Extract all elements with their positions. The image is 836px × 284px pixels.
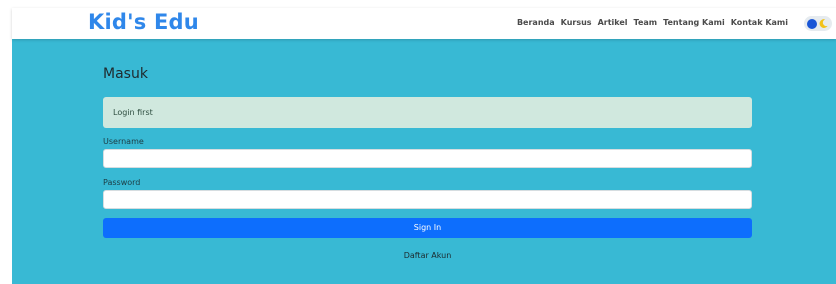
nav-link-artikel[interactable]: Artikel bbox=[598, 18, 628, 27]
brand-logo[interactable]: Kid's Edu bbox=[88, 10, 199, 34]
nav-menu: Beranda Kursus Artikel Team Tentang Kami… bbox=[517, 18, 788, 27]
nav-link-tentang-kami[interactable]: Tentang Kami bbox=[663, 18, 725, 27]
sign-in-button[interactable]: Sign In bbox=[103, 218, 752, 238]
theme-toggle[interactable] bbox=[804, 16, 832, 31]
nav-link-beranda[interactable]: Beranda bbox=[517, 18, 555, 27]
login-alert: Login first bbox=[103, 97, 752, 128]
username-label: Username bbox=[103, 137, 144, 146]
nav-link-team[interactable]: Team bbox=[634, 18, 658, 27]
nav-link-kursus[interactable]: Kursus bbox=[561, 18, 592, 27]
page-title: Masuk bbox=[103, 66, 148, 82]
toggle-knob bbox=[807, 18, 817, 29]
password-input[interactable] bbox=[103, 190, 752, 209]
password-label: Password bbox=[103, 178, 141, 187]
register-link[interactable]: Daftar Akun bbox=[103, 251, 752, 260]
navbar: Kid's Edu Beranda Kursus Artikel Team Te… bbox=[12, 8, 836, 39]
username-input[interactable] bbox=[103, 149, 752, 168]
nav-link-kontak-kami[interactable]: Kontak Kami bbox=[731, 18, 788, 27]
page: Kid's Edu Beranda Kursus Artikel Team Te… bbox=[0, 0, 836, 284]
moon-icon bbox=[819, 19, 828, 28]
login-section: Masuk Login first Username Password Sign… bbox=[12, 39, 836, 284]
